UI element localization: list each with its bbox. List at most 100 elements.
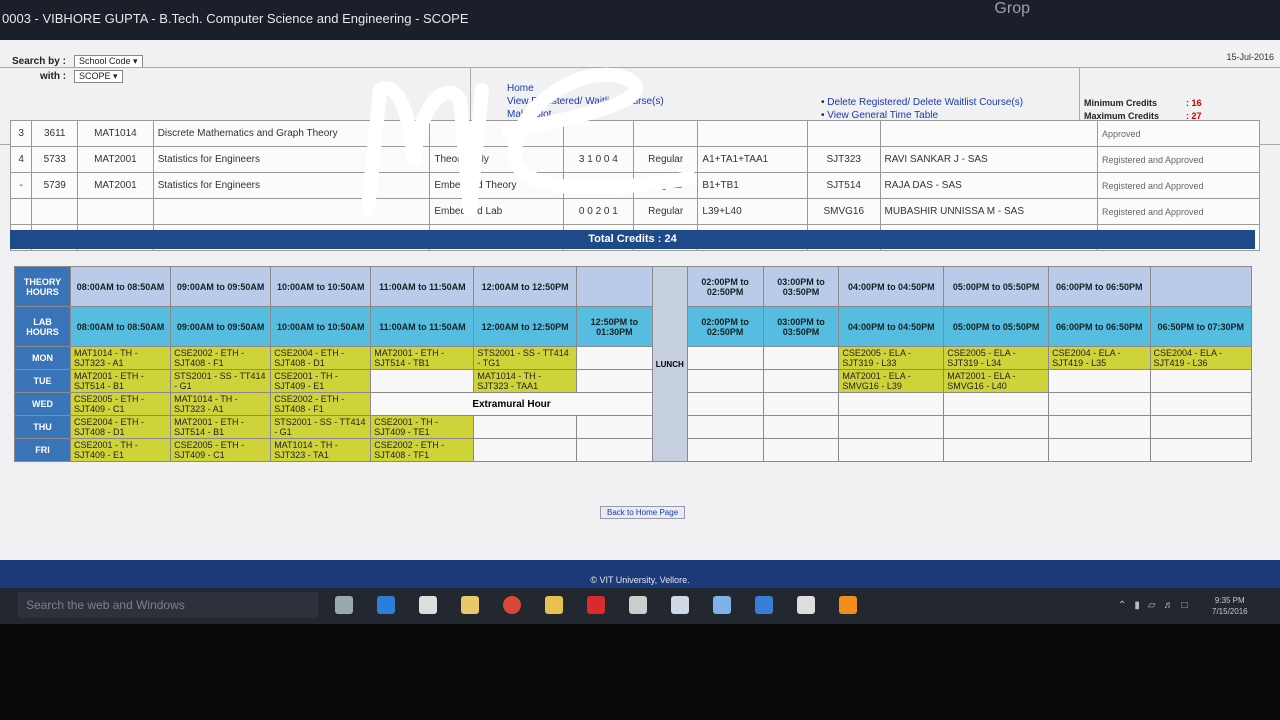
theory-hour-cell: 09:00AM to 09:50AM — [170, 266, 272, 307]
timetable-cell — [473, 415, 577, 439]
timetable-cell — [1149, 392, 1252, 416]
course-cell-code: 5733 — [31, 146, 79, 173]
timetable: THEORY HOURS 08:00AM to 08:50AM 09:00AM to… — [14, 266, 1252, 462]
theory-hour-cell: 03:00PM to 03:50PM — [762, 266, 840, 307]
course-cell-sno: 4 — [9, 146, 33, 173]
lab-hour-cell: 08:00AM to 08:50AM — [69, 306, 172, 347]
taskbar-search[interactable]: Search the web and Windows — [18, 592, 318, 618]
course-cell-venue: SJT323 — [806, 146, 881, 173]
timetable-cell: CSE2004 - ELA - SJT419 - L36 — [1149, 346, 1252, 370]
course-cell-category: Regular — [632, 198, 699, 225]
lab-hour-cell: 05:00PM to 05:50PM — [943, 306, 1050, 347]
timetable-cell — [575, 369, 653, 393]
course-cell-title: Statistics for Engineers — [152, 172, 431, 199]
timetable-cell — [838, 392, 945, 416]
document-icon[interactable] — [671, 596, 689, 614]
day-row: WED CSE2005 - ETH - SJT409 - C1 MAT1014 - … — [14, 392, 1252, 416]
course-cell-faculty — [879, 120, 1098, 147]
nav-link-right[interactable]: Delete Registered/ Delete Waitlist Cours… — [821, 96, 1023, 109]
course-cell-ltpjc: 0 0 0 0 3 — [562, 172, 634, 199]
clock[interactable]: 9:35 PM 7/15/2016 — [1212, 595, 1248, 617]
course-cell-sno: 3 — [9, 120, 33, 147]
course-cell-title: Discrete Mathematics and Graph Theory — [152, 120, 431, 147]
clock-date: 7/15/2016 — [1212, 607, 1248, 616]
timetable-cell — [943, 438, 1050, 462]
back-to-home-button[interactable]: Back to Home Page — [600, 506, 686, 519]
timetable-cell: MAT2001 - ETH - SJT514 - B1 — [69, 369, 172, 393]
theory-hour-cell: 10:00AM to 10:50AM — [270, 266, 372, 307]
folder-icon[interactable] — [461, 596, 479, 614]
day-label: WED — [14, 392, 71, 416]
timetable-cell: CSE2005 - ELA - SJT319 - L34 — [943, 346, 1050, 370]
course-cell-code: 3611 — [31, 120, 79, 147]
day-row: MON MAT1014 - TH - SJT323 - A1 CSE2002 - E… — [14, 346, 1252, 370]
timetable-cell: MAT1014 - TH - SJT323 - A1 — [69, 346, 172, 370]
timetable-cell — [943, 392, 1050, 416]
timetable-cell — [370, 369, 475, 393]
course-cell-category — [632, 120, 699, 147]
footer: © VIT University, Vellore. — [0, 560, 1280, 588]
acrobat-icon[interactable] — [587, 596, 605, 614]
vlc-icon[interactable] — [839, 596, 857, 614]
timetable-cell: CSE2005 - ELA - SJT319 - L33 — [838, 346, 945, 370]
credit-value: : 16 — [1186, 98, 1202, 108]
screen: 0003 - VIBHORE GUPTA - B.Tech. Computer … — [0, 0, 1280, 720]
timetable-cell — [1048, 415, 1151, 439]
timetable-cell — [686, 438, 764, 462]
timetable-cell — [943, 415, 1050, 439]
lab-hour-cell: 06:00PM to 06:50PM — [1048, 306, 1151, 347]
lab-hour-cell: 10:00AM to 10:50AM — [270, 306, 372, 347]
course-cell-status: Approved — [1096, 120, 1261, 147]
day-label: MON — [14, 346, 71, 370]
nav-links-left: Home View Registered/ Waitlist Course(s) M… — [507, 82, 664, 121]
file-explorer-icon[interactable] — [545, 596, 563, 614]
lab-hour-cell: 12:00AM to 12:50PM — [473, 306, 577, 347]
lab-hour-cell: 02:00PM to 02:50PM — [686, 306, 764, 347]
chrome-icon[interactable] — [503, 596, 521, 614]
course-cell-code: 5739 — [31, 172, 79, 199]
timetable-cell — [686, 392, 764, 416]
network-icon[interactable]: ▱ — [1148, 600, 1156, 611]
timetable-cell — [686, 369, 764, 393]
store-icon[interactable] — [419, 596, 437, 614]
day-row: FRI CSE2001 - TH - SJT409 - E1 CSE2005 - E… — [14, 438, 1252, 462]
course-cell-faculty: MUBASHIR UNNISSA M - SAS — [879, 198, 1098, 225]
timetable-cell — [1048, 392, 1151, 416]
timetable-cell — [762, 415, 840, 439]
timetable-cell — [686, 415, 764, 439]
nav-link-left[interactable]: View Registered/ Waitlist Course(s) — [507, 95, 664, 108]
notification-icon[interactable]: □ — [1182, 600, 1188, 611]
course-cell-venue: SJT514 — [806, 172, 881, 199]
battery-icon[interactable]: ▮ — [1134, 600, 1140, 611]
course-cell-slot — [697, 120, 808, 147]
lab-hours-label: LAB HOURS — [14, 306, 71, 347]
course-cell-sno: - — [9, 172, 33, 199]
chevron-up-icon[interactable]: ⌃ — [1118, 600, 1126, 611]
lab-hours-row: LAB HOURS 08:00AM to 08:50AM 09:00AM to 09… — [14, 306, 1252, 347]
paint-icon[interactable] — [713, 596, 731, 614]
nav-link-left[interactable]: Home — [507, 82, 664, 95]
visual-studio-icon[interactable] — [755, 596, 773, 614]
timetable-cell: CSE2004 - ELA - SJT419 - L35 — [1048, 346, 1151, 370]
course-cell-course: MAT2001 — [77, 146, 154, 173]
timetable-cell: STS2001 - SS - TT414 - TG1 — [473, 346, 577, 370]
window-title: 0003 - VIBHORE GUPTA - B.Tech. Computer … — [2, 11, 469, 26]
course-cell-faculty: RAJA DAS - SAS — [879, 172, 1098, 199]
total-credits-bar: Total Credits : 24 — [10, 230, 1255, 249]
theory-hour-cell: 12:00AM to 12:50PM — [473, 266, 577, 307]
timetable-cell: STS2001 - SS - TT414 - G1 — [270, 415, 372, 439]
theory-hours-row: THEORY HOURS 08:00AM to 08:50AM 09:00AM to… — [14, 266, 1252, 462]
timetable-cell: MAT2001 - ELA - SMVG16 - L39 — [838, 369, 945, 393]
theory-hour-cell: 04:00PM to 04:50PM — [838, 266, 945, 307]
edge-icon[interactable] — [377, 596, 395, 614]
course-cell-sno — [9, 198, 33, 225]
volume-icon[interactable]: ♬ — [1164, 600, 1174, 611]
photos-icon[interactable] — [797, 596, 815, 614]
timetable-cell — [762, 346, 840, 370]
timetable-cell — [1149, 438, 1252, 462]
media-icon[interactable] — [629, 596, 647, 614]
course-row: -5739 MAT2001 Statistics for Engineers Embe… — [9, 172, 1261, 199]
timetable-cell: MAT2001 - ELA - SMVG16 - L40 — [943, 369, 1050, 393]
task-view-icon[interactable] — [335, 596, 353, 614]
search-by-label: Search by : — [12, 56, 66, 67]
